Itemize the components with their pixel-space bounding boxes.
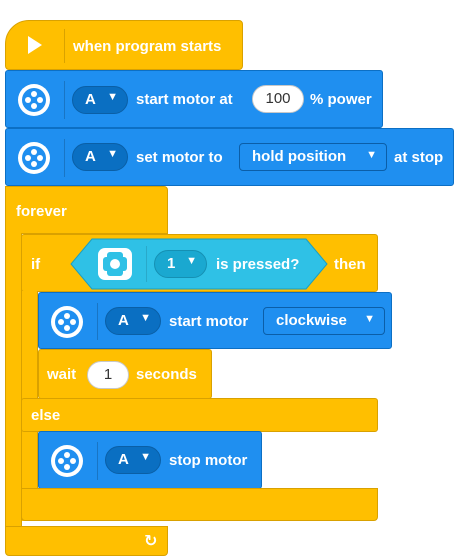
block-label: stop motor xyxy=(169,452,248,469)
port-value: A xyxy=(118,312,129,329)
loop-arrow-icon: ↻ xyxy=(144,533,158,550)
set-motor-stop-block[interactable]: A ▼ set motor to hold position ▼ at stop xyxy=(5,128,454,186)
block-divider xyxy=(64,29,65,63)
stop-mode-value: hold position xyxy=(252,148,347,165)
block-suffix: at stop xyxy=(394,149,444,166)
wait-unit: seconds xyxy=(136,366,197,383)
block-divider xyxy=(97,303,98,340)
power-input[interactable]: 100 xyxy=(252,85,304,113)
else-section: else xyxy=(21,398,378,432)
block-divider xyxy=(97,442,98,480)
block-label: start motor at xyxy=(136,91,233,108)
start-motor-direction-block[interactable]: A ▼ start motor clockwise ▼ xyxy=(38,292,392,349)
port-dropdown[interactable]: A ▼ xyxy=(105,446,161,474)
motor-icon xyxy=(51,445,83,477)
play-icon[interactable] xyxy=(28,36,42,54)
else-label: else xyxy=(31,407,61,424)
when-program-starts-block[interactable]: when program starts xyxy=(5,20,243,70)
chevron-down-icon: ▼ xyxy=(366,149,377,161)
direction-value: clockwise xyxy=(276,312,347,329)
motor-icon xyxy=(18,84,50,116)
forever-label: forever xyxy=(16,203,67,220)
chevron-down-icon: ▼ xyxy=(140,451,151,463)
button-dropdown[interactable]: 1 ▼ xyxy=(154,250,207,278)
hat-label: when program starts xyxy=(73,38,222,55)
block-label: set motor to xyxy=(136,149,223,166)
block-label: start motor xyxy=(169,313,249,330)
stop-mode-dropdown[interactable]: hold position ▼ xyxy=(239,143,387,171)
port-value: A xyxy=(118,451,129,468)
condition-label: is pressed? xyxy=(216,256,300,273)
if-label: if xyxy=(31,256,41,273)
hub-button-icon xyxy=(98,248,132,280)
if-else-bottom xyxy=(21,488,378,521)
motor-icon xyxy=(51,306,83,338)
wait-seconds-input[interactable]: 1 xyxy=(87,361,129,389)
chevron-down-icon: ▼ xyxy=(364,313,375,325)
port-value: A xyxy=(85,91,96,108)
wait-seconds-block[interactable]: wait 1 seconds xyxy=(38,349,212,399)
direction-dropdown[interactable]: clockwise ▼ xyxy=(263,307,385,335)
block-divider xyxy=(64,81,65,119)
port-dropdown[interactable]: A ▼ xyxy=(72,86,128,114)
port-dropdown[interactable]: A ▼ xyxy=(105,307,161,335)
chevron-down-icon: ▼ xyxy=(186,255,197,267)
chevron-down-icon: ▼ xyxy=(140,312,151,324)
port-dropdown[interactable]: A ▼ xyxy=(72,143,128,171)
chevron-down-icon: ▼ xyxy=(107,91,118,103)
forever-loop-bottom[interactable]: ↻ xyxy=(5,526,168,556)
forever-loop-top[interactable]: forever xyxy=(5,186,168,234)
wait-label: wait xyxy=(47,366,77,383)
start-motor-at-block[interactable]: A ▼ start motor at 100 % power xyxy=(5,70,383,128)
block-divider xyxy=(64,139,65,177)
then-label: then xyxy=(334,256,366,273)
stop-motor-block[interactable]: A ▼ stop motor xyxy=(38,431,262,489)
port-value: A xyxy=(85,148,96,165)
block-suffix: % power xyxy=(310,91,372,108)
motor-icon xyxy=(18,142,50,174)
forever-loop-arm xyxy=(5,233,22,527)
block-divider xyxy=(146,246,147,282)
button-value: 1 xyxy=(167,255,176,272)
chevron-down-icon: ▼ xyxy=(107,148,118,160)
